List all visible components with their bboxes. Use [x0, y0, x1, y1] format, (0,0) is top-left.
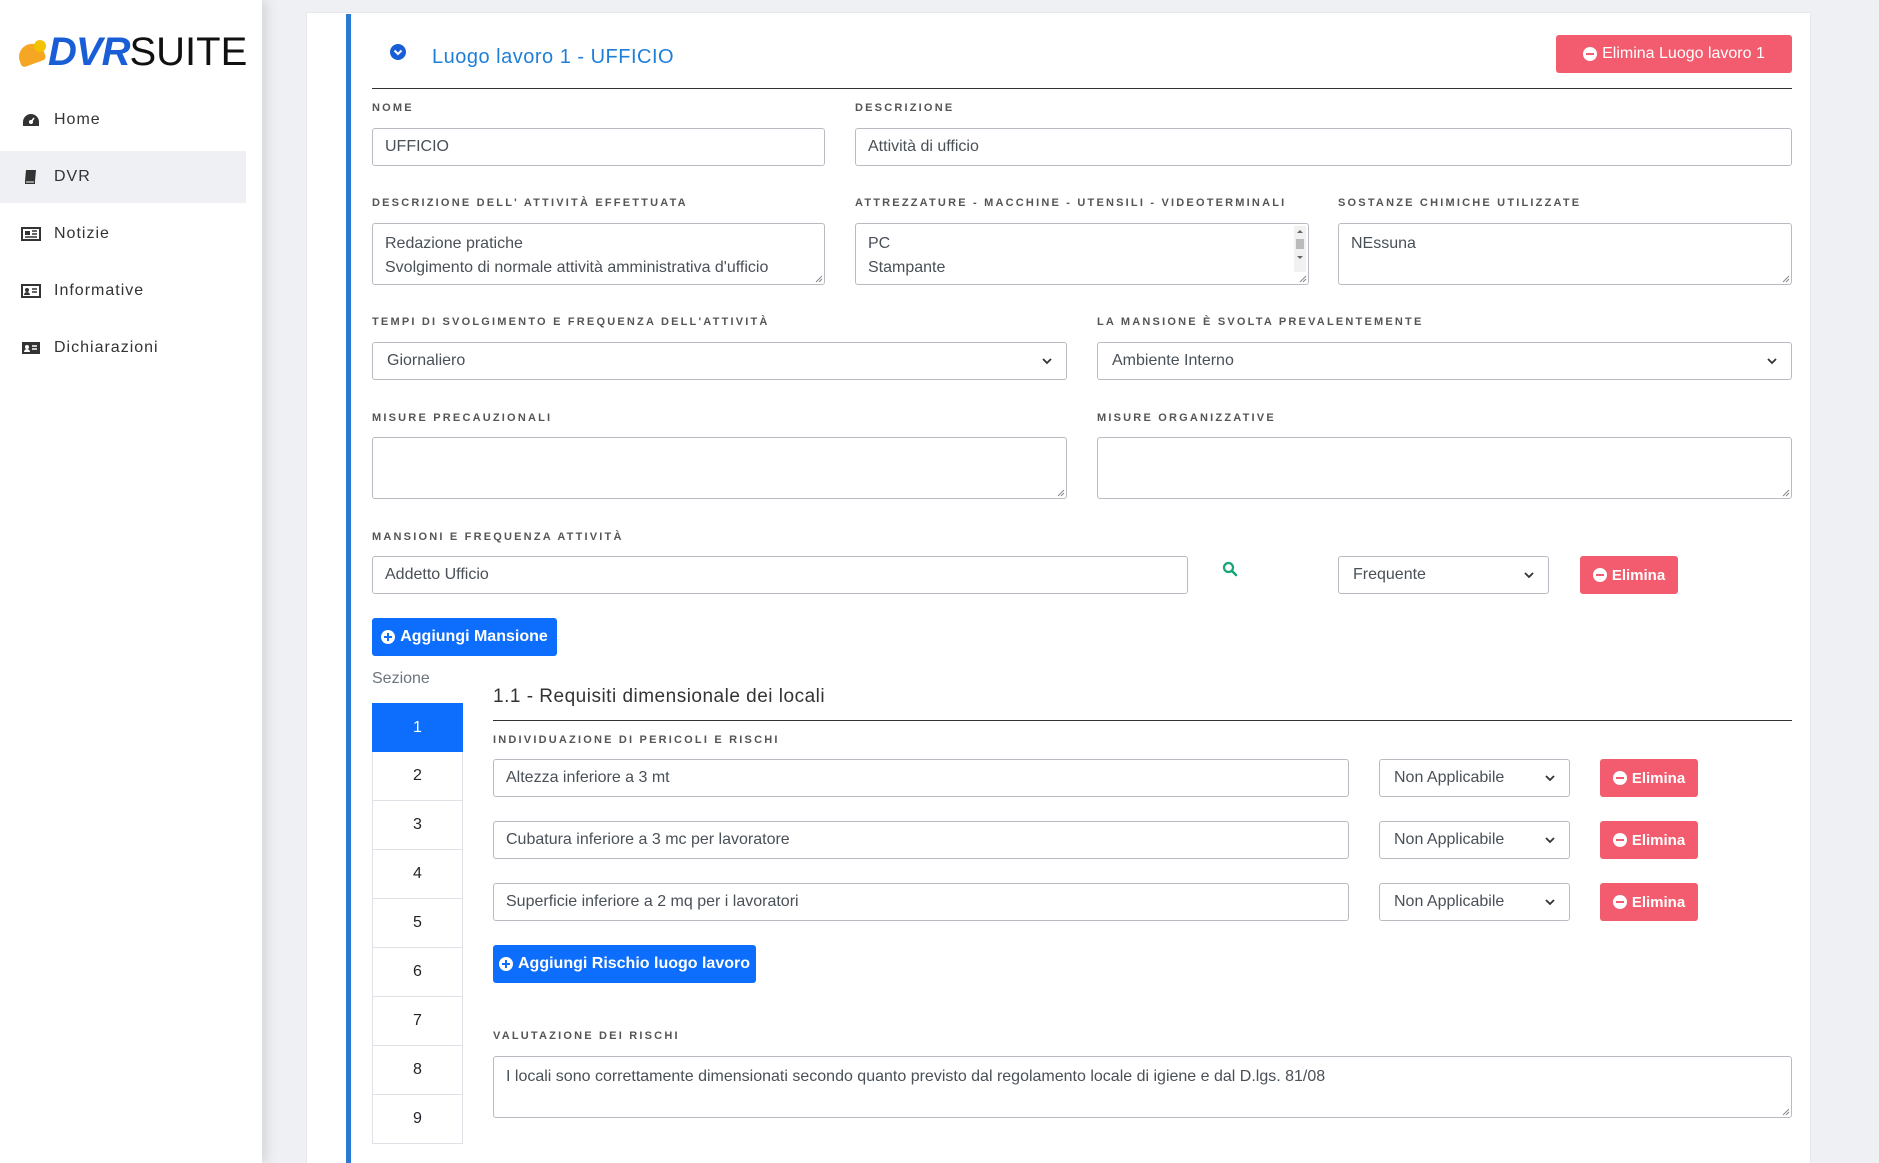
- mansione-svolta-select[interactable]: Ambiente Interno: [1097, 342, 1792, 380]
- misure-precauzionali-label: MISURE PRECAUZIONALI: [372, 412, 553, 424]
- minus-circle-icon: [1612, 895, 1627, 909]
- section-divider: [493, 720, 1792, 721]
- sezione-label: Sezione: [372, 670, 430, 687]
- rischio-input[interactable]: Cubatura inferiore a 3 mc per lavoratore: [493, 821, 1349, 859]
- attrezzature-textarea[interactable]: PC Stampante: [855, 223, 1309, 285]
- app-logo[interactable]: DVRSUITE: [15, 30, 248, 74]
- plus-circle-icon: [499, 957, 513, 971]
- sidebar-item-informative[interactable]: Informative: [0, 265, 246, 317]
- chevron-down-icon: [1545, 837, 1555, 844]
- minus-circle-icon: [1612, 833, 1627, 847]
- card-accent-bar: [346, 14, 351, 1163]
- descrizione-label: DESCRIZIONE: [855, 102, 955, 114]
- sezione-item-8[interactable]: 8: [372, 1046, 463, 1095]
- chevron-down-icon: [1524, 572, 1534, 579]
- nome-input[interactable]: UFFICIO: [372, 128, 825, 166]
- sezione-item-4[interactable]: 4: [372, 850, 463, 899]
- sidebar-item-label: Notizie: [54, 225, 110, 242]
- sidebar-item-home[interactable]: Home: [0, 94, 246, 146]
- chevron-down-icon: [1545, 775, 1555, 782]
- misure-organizzative-textarea[interactable]: [1097, 437, 1792, 499]
- sidebar-item-label: Dichiarazioni: [54, 339, 159, 356]
- delete-mansione-button[interactable]: Elimina: [1580, 556, 1678, 594]
- logo-dvr: DVR: [48, 30, 130, 74]
- dashboard-icon: [20, 111, 42, 129]
- newspaper-icon: [20, 225, 42, 243]
- sidebar-item-dichiarazioni[interactable]: Dichiarazioni: [0, 322, 246, 374]
- book-icon: [20, 168, 42, 186]
- sidebar-nav: Home DVR Notizie Informative Dichiarazio…: [0, 94, 246, 379]
- rischio-status-select[interactable]: Non Applicabile: [1379, 821, 1570, 859]
- chevron-down-icon: [1042, 358, 1052, 365]
- plus-circle-icon: [381, 630, 396, 644]
- nome-label: NOME: [372, 102, 414, 114]
- sezione-item-6[interactable]: 6: [372, 948, 463, 997]
- resize-handle-icon[interactable]: [1055, 487, 1065, 497]
- delete-rischio-button[interactable]: Elimina: [1600, 759, 1698, 797]
- mansioni-label: MANSIONI E FREQUENZA ATTIVITÀ: [372, 531, 624, 543]
- minus-circle-icon: [1592, 568, 1607, 582]
- resize-handle-icon[interactable]: [1780, 273, 1790, 283]
- resize-handle-icon[interactable]: [1297, 273, 1307, 283]
- sidebar-item-label: Informative: [54, 282, 145, 299]
- add-rischio-button[interactable]: Aggiungi Rischio luogo lavoro: [493, 945, 756, 983]
- mansione-svolta-label: LA MANSIONE È SVOLTA PREVALENTEMENTE: [1097, 316, 1424, 328]
- textarea-scrollbar[interactable]: [1294, 226, 1306, 272]
- sezione-item-2[interactable]: 2: [372, 752, 463, 801]
- search-icon[interactable]: [1222, 561, 1238, 577]
- misure-precauzionali-textarea[interactable]: [372, 437, 1067, 499]
- sidebar-item-dvr[interactable]: DVR: [0, 151, 246, 203]
- minus-circle-icon: [1612, 771, 1627, 785]
- attivita-label: DESCRIZIONE DELL' ATTIVITÀ EFFETTUATA: [372, 197, 688, 209]
- minus-circle-icon: [1583, 47, 1598, 61]
- contact-card-icon: [20, 339, 42, 357]
- resize-handle-icon[interactable]: [1780, 487, 1790, 497]
- rischio-input[interactable]: Altezza inferiore a 3 mt: [493, 759, 1349, 797]
- helmet-icon: [15, 38, 47, 68]
- valutazione-label: VALUTAZIONE DEI RISCHI: [493, 1030, 680, 1042]
- tempi-select[interactable]: Giornaliero: [372, 342, 1067, 380]
- sezione-item-1[interactable]: 1: [372, 703, 463, 752]
- sezione-item-7[interactable]: 7: [372, 997, 463, 1046]
- sezione-list: 1 2 3 4 5 6 7 8 9: [372, 703, 463, 1144]
- delete-rischio-button[interactable]: Elimina: [1600, 883, 1698, 921]
- sezione-item-3[interactable]: 3: [372, 801, 463, 850]
- sostanze-label: SOSTANZE CHIMICHE UTILIZZATE: [1338, 197, 1582, 209]
- logo-suite: SUITE: [129, 30, 248, 74]
- resize-handle-icon[interactable]: [1780, 1106, 1790, 1116]
- workplace-title: Luogo lavoro 1 - UFFICIO: [432, 46, 675, 68]
- add-mansione-button[interactable]: Aggiungi Mansione: [372, 618, 557, 656]
- rischio-status-select[interactable]: Non Applicabile: [1379, 759, 1570, 797]
- misure-organizzative-label: MISURE ORGANIZZATIVE: [1097, 412, 1276, 424]
- valutazione-textarea[interactable]: I locali sono correttamente dimensionati…: [493, 1056, 1792, 1118]
- sidebar-item-label: Home: [54, 111, 101, 128]
- sidebar: DVRSUITE Home DVR Notizie Informative Di…: [0, 0, 262, 1163]
- attivita-textarea[interactable]: Redazione pratiche Svolgimento di normal…: [372, 223, 825, 285]
- resize-handle-icon[interactable]: [813, 273, 823, 283]
- pericoli-label: INDIVIDUAZIONE DI PERICOLI E RISCHI: [493, 734, 780, 746]
- frequenza-select[interactable]: Frequente: [1338, 556, 1549, 594]
- attrezzature-label: ATTREZZATURE - MACCHINE - UTENSILI - VID…: [855, 197, 1287, 209]
- chevron-down-icon: [1767, 358, 1777, 365]
- delete-rischio-button[interactable]: Elimina: [1600, 821, 1698, 859]
- mansione-input[interactable]: Addetto Ufficio: [372, 556, 1188, 594]
- title-divider: [372, 88, 1792, 89]
- sezione-item-5[interactable]: 5: [372, 899, 463, 948]
- descrizione-input[interactable]: Attività di ufficio: [855, 128, 1792, 166]
- sostanze-textarea[interactable]: NEssuna: [1338, 223, 1792, 285]
- section-title: 1.1 - Requisiti dimensionale dei locali: [493, 686, 826, 707]
- id-card-icon: [20, 282, 42, 300]
- rischio-status-select[interactable]: Non Applicabile: [1379, 883, 1570, 921]
- tempi-label: TEMPI DI SVOLGIMENTO E FREQUENZA DELL'AT…: [372, 316, 770, 328]
- sidebar-item-notizie[interactable]: Notizie: [0, 208, 246, 260]
- sezione-item-9[interactable]: 9: [372, 1095, 463, 1144]
- chevron-down-icon: [1545, 899, 1555, 906]
- rischio-input[interactable]: Superficie inferiore a 2 mq per i lavora…: [493, 883, 1349, 921]
- sidebar-item-label: DVR: [54, 168, 91, 185]
- chevron-down-icon[interactable]: [389, 43, 407, 61]
- delete-workplace-button[interactable]: Elimina Luogo lavoro 1: [1556, 35, 1792, 73]
